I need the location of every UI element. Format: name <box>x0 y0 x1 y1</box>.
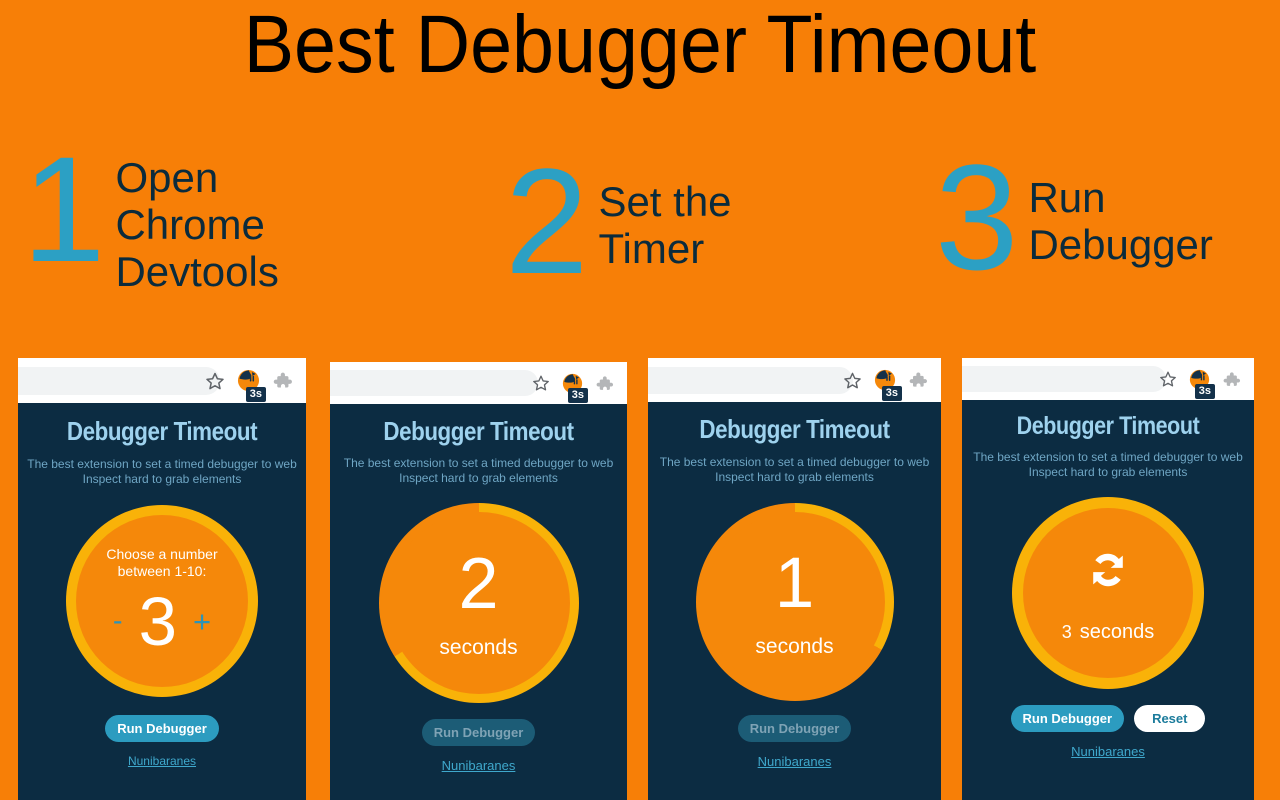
run-debugger-button[interactable]: Run Debugger <box>105 715 219 742</box>
popup-tagline: The best extension to set a timed debugg… <box>27 457 297 486</box>
debugger-timeout-extension-icon[interactable]: 3s <box>562 373 588 403</box>
star-icon[interactable] <box>532 374 550 392</box>
popup-title: Debugger Timeout <box>699 414 890 444</box>
toolbar-icons: 3s <box>532 373 614 403</box>
popup-actions: Run Debugger Reset <box>962 705 1254 732</box>
seconds-value: 3 <box>138 582 177 660</box>
star-icon[interactable] <box>1159 370 1177 388</box>
address-bar[interactable] <box>648 367 853 394</box>
timer-face: Choose a number between 1-10: -3 + <box>76 515 248 687</box>
debugger-timeout-extension-icon[interactable]: 3s <box>1189 369 1215 399</box>
timer-face: 1 seconds <box>704 512 885 692</box>
refresh-icon[interactable] <box>1083 545 1133 595</box>
timer-dial[interactable]: 2 seconds <box>378 503 579 703</box>
debugger-timeout-extension-icon[interactable]: 3s <box>874 369 902 401</box>
choose-number-prompt: Choose a number between 1-10: <box>106 546 218 579</box>
browser-toolbar: 3s <box>962 358 1254 400</box>
timer-dial[interactable]: 1 seconds <box>695 503 894 701</box>
star-icon[interactable] <box>843 371 862 390</box>
extension-badge: 3s <box>1194 383 1215 399</box>
debugger-timeout-extension-icon[interactable]: 3s <box>237 369 266 402</box>
timer-face: 3 seconds <box>1023 508 1193 678</box>
increment-button[interactable]: + <box>193 606 211 637</box>
author-link[interactable]: Nunibaranes <box>18 754 306 768</box>
browser-toolbar: 3s <box>330 362 627 404</box>
extension-screenshot-3: 3s Debugger Timeout The best extension to … <box>648 358 941 800</box>
address-bar[interactable] <box>18 367 220 395</box>
popup-tagline: The best extension to set a timed debugg… <box>659 455 930 484</box>
address-bar[interactable] <box>962 366 1166 392</box>
seconds-unit-label: seconds <box>1079 620 1155 643</box>
extension-popup: Debugger Timeout The best extension to se… <box>18 403 306 800</box>
run-debugger-button[interactable]: Run Debugger <box>1010 705 1125 732</box>
seconds-unit-label: seconds <box>755 634 834 658</box>
author-link[interactable]: Nunibaranes <box>962 744 1254 759</box>
run-debugger-button[interactable]: Run Debugger <box>421 719 536 746</box>
extension-badge: 3s <box>245 387 266 402</box>
popup-tagline: The best extension to set a timed debugg… <box>973 450 1243 479</box>
popup-title: Debugger Timeout <box>383 416 574 446</box>
puzzle-piece-icon[interactable] <box>595 374 614 393</box>
author-link[interactable]: Nunibaranes <box>330 758 627 773</box>
extension-screenshot-1: 3s Debugger Timeout The best extension to … <box>18 358 306 800</box>
timer-result: 3 seconds <box>1062 622 1155 642</box>
puzzle-piece-icon[interactable] <box>1222 370 1241 389</box>
seconds-unit-label: seconds <box>439 636 518 659</box>
decrement-button[interactable]: - <box>113 606 123 636</box>
extension-screenshot-4: 3s Debugger Timeout The best extension to … <box>962 358 1254 800</box>
popup-actions: Run Debugger <box>330 719 627 746</box>
run-debugger-button[interactable]: Run Debugger <box>737 715 852 742</box>
timer-dial[interactable]: Choose a number between 1-10: -3 + <box>66 505 258 697</box>
timer-dial[interactable]: 3 seconds <box>1012 497 1204 689</box>
popup-actions: Run Debugger <box>18 715 306 742</box>
extension-popup: Debugger Timeout The best extension to se… <box>648 402 941 800</box>
author-link[interactable]: Nunibaranes <box>648 754 941 769</box>
extension-badge: 3s <box>881 386 902 401</box>
toolbar-icons: 3s <box>843 369 928 401</box>
popup-actions: Run Debugger <box>648 715 941 742</box>
extension-badge: 3s <box>567 387 588 403</box>
reset-button[interactable]: Reset <box>1134 705 1206 732</box>
address-bar[interactable] <box>330 370 538 396</box>
star-icon[interactable] <box>205 371 225 391</box>
seconds-value: 1 <box>774 543 815 623</box>
seconds-stepper: -3 + <box>76 587 248 656</box>
screenshot-panels: 3s Debugger Timeout The best extension to … <box>0 0 1280 800</box>
seconds-value: 3 <box>1061 621 1072 642</box>
timer-face: 2 seconds <box>387 512 570 694</box>
toolbar-icons: 3s <box>205 369 293 402</box>
puzzle-piece-icon[interactable] <box>272 370 293 391</box>
browser-toolbar: 3s <box>648 358 941 402</box>
extension-screenshot-2: 3s Debugger Timeout The best extension to … <box>330 362 627 800</box>
puzzle-piece-icon[interactable] <box>908 370 928 390</box>
extension-popup: Debugger Timeout The best extension to se… <box>330 404 627 800</box>
popup-tagline: The best extension to set a timed debugg… <box>343 456 614 485</box>
popup-title: Debugger Timeout <box>66 416 258 446</box>
toolbar-icons: 3s <box>1159 369 1241 399</box>
seconds-value: 2 <box>458 544 499 624</box>
extension-popup: Debugger Timeout The best extension to se… <box>962 400 1254 800</box>
browser-toolbar: 3s <box>18 358 306 403</box>
popup-title: Debugger Timeout <box>1016 412 1200 440</box>
